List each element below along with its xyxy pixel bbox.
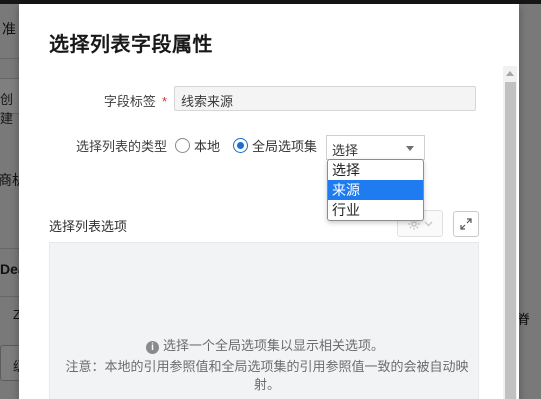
global-set-select-value: 选择 — [332, 143, 359, 158]
expand-icon — [460, 218, 472, 230]
empty-state-text: 选择一个全局选项集以显示相关选项。 — [162, 338, 384, 353]
field-label-input[interactable]: 线索来源 — [174, 86, 476, 111]
options-section-label: 选择列表选项 — [49, 219, 128, 234]
expand-button[interactable] — [453, 211, 479, 237]
radio-local[interactable]: 本地 — [175, 136, 220, 155]
radio-global-set-dot[interactable] — [233, 138, 248, 153]
list-type-label: 选择列表的类型 — [75, 139, 167, 154]
dropdown-option-source[interactable]: 来源 — [328, 180, 423, 200]
empty-state-note: 注意：本地的引用参照值和全局选项集的引用参照值一致的会被自动映射。 — [65, 359, 469, 392]
scrollbar-thumb[interactable] — [505, 82, 516, 399]
options-empty-panel: i 选择一个全局选项集以显示相关选项。 注意：本地的引用参照值和全局选项集的引用参… — [49, 242, 479, 399]
empty-state-message: i 选择一个全局选项集以显示相关选项。 — [50, 335, 480, 354]
field-label-text: 字段标签 — [103, 94, 156, 109]
required-mark: * — [161, 94, 167, 109]
caret-down-icon — [406, 146, 414, 151]
radio-global-set[interactable]: 全局选项集 — [233, 136, 317, 155]
picklist-properties-dialog: 选择列表字段属性 字段标签 * 线索来源 选择列表的类型 本地 全局选项集 选择 … — [19, 4, 519, 399]
radio-global-set-label: 全局选项集 — [252, 139, 318, 154]
field-label-label: 字段标签 * — [79, 91, 167, 110]
dropdown-option-industry[interactable]: 行业 — [328, 200, 423, 220]
global-set-select[interactable]: 选择 — [326, 135, 425, 160]
scroll-up-icon[interactable] — [506, 71, 514, 76]
global-set-dropdown: 选择 来源 行业 — [327, 159, 424, 221]
dialog-title: 选择列表字段属性 — [49, 34, 213, 56]
radio-local-label: 本地 — [194, 139, 221, 154]
dropdown-option-select[interactable]: 选择 — [328, 160, 423, 180]
info-icon: i — [145, 341, 159, 354]
chevron-down-icon — [424, 221, 433, 226]
radio-local-dot[interactable] — [175, 138, 190, 153]
